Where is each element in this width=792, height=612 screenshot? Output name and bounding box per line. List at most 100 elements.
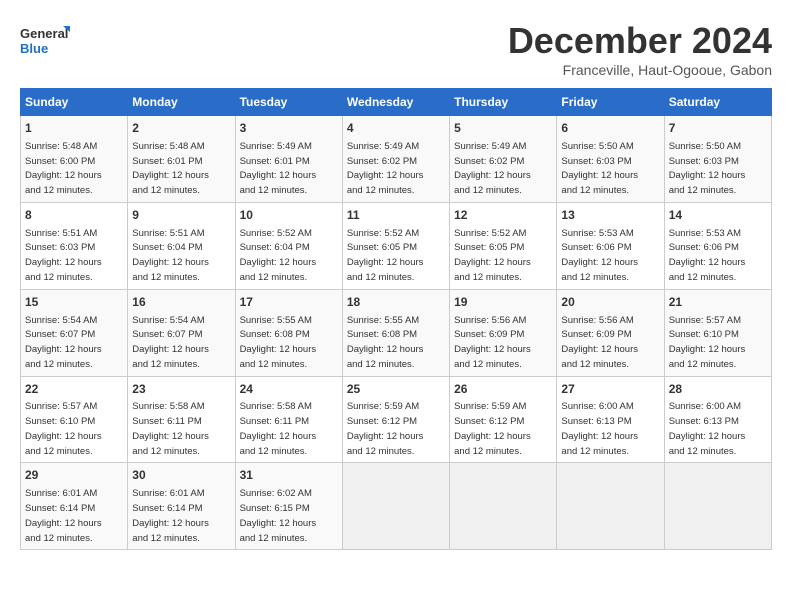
day-number: 7	[669, 120, 767, 137]
day-number: 9	[132, 207, 230, 224]
table-row: 17 Sunrise: 5:55 AMSunset: 6:08 PMDayligh…	[235, 289, 342, 376]
day-info: Sunrise: 6:02 AMSunset: 6:15 PMDaylight:…	[240, 488, 317, 543]
location-subtitle: Franceville, Haut-Ogooue, Gabon	[508, 62, 772, 78]
title-area: December 2024 Franceville, Haut-Ogooue, …	[508, 20, 772, 78]
day-number: 11	[347, 207, 445, 224]
header-tuesday: Tuesday	[235, 89, 342, 116]
calendar-week-row: 29Sunrise: 6:01 AMSunset: 6:14 PMDayligh…	[21, 463, 772, 550]
day-number: 22	[25, 381, 123, 398]
header-sunday: Sunday	[21, 89, 128, 116]
day-info: Sunrise: 5:51 AMSunset: 6:03 PMDaylight:…	[25, 228, 102, 283]
day-info: Sunrise: 5:51 AMSunset: 6:04 PMDaylight:…	[132, 228, 209, 283]
header-wednesday: Wednesday	[342, 89, 449, 116]
day-number: 3	[240, 120, 338, 137]
table-row: 19 Sunrise: 5:56 AMSunset: 6:09 PMDayligh…	[450, 289, 557, 376]
day-info: Sunrise: 6:00 AMSunset: 6:13 PMDaylight:…	[669, 401, 746, 456]
day-info: Sunrise: 5:53 AMSunset: 6:06 PMDaylight:…	[669, 228, 746, 283]
day-info: Sunrise: 6:01 AMSunset: 6:14 PMDaylight:…	[25, 488, 102, 543]
header-thursday: Thursday	[450, 89, 557, 116]
table-row	[450, 463, 557, 550]
day-info: Sunrise: 5:52 AMSunset: 6:04 PMDaylight:…	[240, 228, 317, 283]
day-info: Sunrise: 5:54 AMSunset: 6:07 PMDaylight:…	[25, 315, 102, 370]
table-row: 5Sunrise: 5:49 AMSunset: 6:02 PMDaylight…	[450, 116, 557, 203]
day-info: Sunrise: 5:57 AMSunset: 6:10 PMDaylight:…	[669, 315, 746, 370]
day-number: 5	[454, 120, 552, 137]
day-number: 14	[669, 207, 767, 224]
day-info: Sunrise: 5:58 AMSunset: 6:11 PMDaylight:…	[240, 401, 317, 456]
table-row: 8 Sunrise: 5:51 AMSunset: 6:03 PMDaylight…	[21, 202, 128, 289]
table-row	[664, 463, 771, 550]
table-row: 3 Sunrise: 5:49 AMSunset: 6:01 PMDaylight…	[235, 116, 342, 203]
day-number: 17	[240, 294, 338, 311]
calendar-week-row: 1Sunrise: 5:48 AMSunset: 6:00 PMDaylight…	[21, 116, 772, 203]
table-row: 10 Sunrise: 5:52 AMSunset: 6:04 PMDayligh…	[235, 202, 342, 289]
header-monday: Monday	[128, 89, 235, 116]
table-row: 18 Sunrise: 5:55 AMSunset: 6:08 PMDayligh…	[342, 289, 449, 376]
table-row: 20 Sunrise: 5:56 AMSunset: 6:09 PMDayligh…	[557, 289, 664, 376]
calendar-week-row: 22 Sunrise: 5:57 AMSunset: 6:10 PMDayligh…	[21, 376, 772, 463]
table-row: 23 Sunrise: 5:58 AMSunset: 6:11 PMDayligh…	[128, 376, 235, 463]
calendar-week-row: 8 Sunrise: 5:51 AMSunset: 6:03 PMDaylight…	[21, 202, 772, 289]
table-row: 1Sunrise: 5:48 AMSunset: 6:00 PMDaylight…	[21, 116, 128, 203]
day-number: 19	[454, 294, 552, 311]
table-row	[342, 463, 449, 550]
day-number: 26	[454, 381, 552, 398]
day-info: Sunrise: 5:56 AMSunset: 6:09 PMDaylight:…	[454, 315, 531, 370]
day-info: Sunrise: 5:59 AMSunset: 6:12 PMDaylight:…	[347, 401, 424, 456]
day-number: 28	[669, 381, 767, 398]
table-row: 21 Sunrise: 5:57 AMSunset: 6:10 PMDayligh…	[664, 289, 771, 376]
table-row	[557, 463, 664, 550]
day-number: 10	[240, 207, 338, 224]
day-number: 20	[561, 294, 659, 311]
day-info: Sunrise: 5:49 AMSunset: 6:02 PMDaylight:…	[347, 141, 424, 196]
day-info: Sunrise: 5:50 AMSunset: 6:03 PMDaylight:…	[561, 141, 638, 196]
day-number: 27	[561, 381, 659, 398]
calendar-week-row: 15 Sunrise: 5:54 AMSunset: 6:07 PMDayligh…	[21, 289, 772, 376]
day-number: 16	[132, 294, 230, 311]
day-info: Sunrise: 5:54 AMSunset: 6:07 PMDaylight:…	[132, 315, 209, 370]
day-number: 30	[132, 467, 230, 484]
table-row: 4 Sunrise: 5:49 AMSunset: 6:02 PMDaylight…	[342, 116, 449, 203]
day-number: 8	[25, 207, 123, 224]
table-row: 28 Sunrise: 6:00 AMSunset: 6:13 PMDayligh…	[664, 376, 771, 463]
table-row: 27 Sunrise: 6:00 AMSunset: 6:13 PMDayligh…	[557, 376, 664, 463]
day-info: Sunrise: 5:59 AMSunset: 6:12 PMDaylight:…	[454, 401, 531, 456]
day-number: 23	[132, 381, 230, 398]
table-row: 22 Sunrise: 5:57 AMSunset: 6:10 PMDayligh…	[21, 376, 128, 463]
table-row: 2Sunrise: 5:48 AMSunset: 6:01 PMDaylight…	[128, 116, 235, 203]
table-row: 11Sunrise: 5:52 AMSunset: 6:05 PMDayligh…	[342, 202, 449, 289]
table-row: 9 Sunrise: 5:51 AMSunset: 6:04 PMDaylight…	[128, 202, 235, 289]
day-info: Sunrise: 5:58 AMSunset: 6:11 PMDaylight:…	[132, 401, 209, 456]
svg-text:General: General	[20, 26, 68, 41]
day-info: Sunrise: 5:53 AMSunset: 6:06 PMDaylight:…	[561, 228, 638, 283]
day-number: 6	[561, 120, 659, 137]
calendar-table: Sunday Monday Tuesday Wednesday Thursday…	[20, 88, 772, 550]
day-info: Sunrise: 5:55 AMSunset: 6:08 PMDaylight:…	[347, 315, 424, 370]
day-info: Sunrise: 5:52 AMSunset: 6:05 PMDaylight:…	[454, 228, 531, 283]
page-header: General Blue December 2024 Franceville, …	[20, 20, 772, 78]
day-info: Sunrise: 5:55 AMSunset: 6:08 PMDaylight:…	[240, 315, 317, 370]
day-number: 2	[132, 120, 230, 137]
table-row: 30 Sunrise: 6:01 AMSunset: 6:14 PMDayligh…	[128, 463, 235, 550]
day-number: 31	[240, 467, 338, 484]
day-number: 4	[347, 120, 445, 137]
day-number: 25	[347, 381, 445, 398]
day-info: Sunrise: 6:01 AMSunset: 6:14 PMDaylight:…	[132, 488, 209, 543]
day-number: 18	[347, 294, 445, 311]
day-number: 21	[669, 294, 767, 311]
table-row: 26 Sunrise: 5:59 AMSunset: 6:12 PMDayligh…	[450, 376, 557, 463]
header-saturday: Saturday	[664, 89, 771, 116]
table-row: 16 Sunrise: 5:54 AMSunset: 6:07 PMDayligh…	[128, 289, 235, 376]
day-number: 15	[25, 294, 123, 311]
day-number: 13	[561, 207, 659, 224]
day-info: Sunrise: 5:56 AMSunset: 6:09 PMDaylight:…	[561, 315, 638, 370]
table-row: 12Sunrise: 5:52 AMSunset: 6:05 PMDayligh…	[450, 202, 557, 289]
svg-text:Blue: Blue	[20, 41, 48, 56]
day-info: Sunrise: 6:00 AMSunset: 6:13 PMDaylight:…	[561, 401, 638, 456]
day-number: 24	[240, 381, 338, 398]
day-info: Sunrise: 5:57 AMSunset: 6:10 PMDaylight:…	[25, 401, 102, 456]
day-info: Sunrise: 5:49 AMSunset: 6:01 PMDaylight:…	[240, 141, 317, 196]
table-row: 25 Sunrise: 5:59 AMSunset: 6:12 PMDayligh…	[342, 376, 449, 463]
calendar-header-row: Sunday Monday Tuesday Wednesday Thursday…	[21, 89, 772, 116]
table-row: 7Sunrise: 5:50 AMSunset: 6:03 PMDaylight…	[664, 116, 771, 203]
